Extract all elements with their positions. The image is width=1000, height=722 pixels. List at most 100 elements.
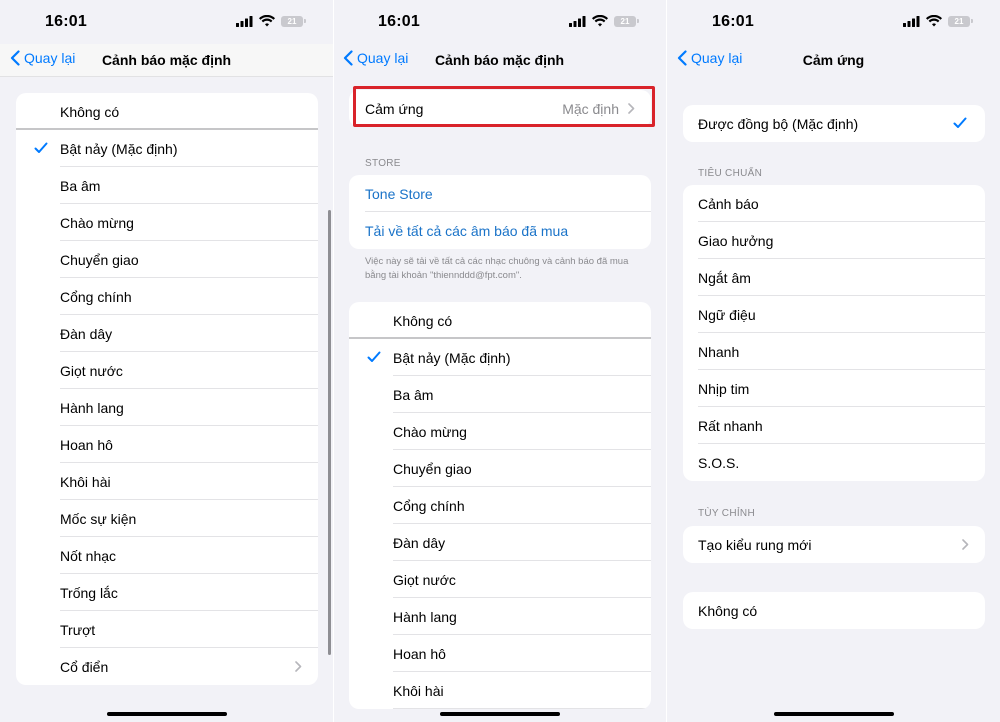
tone-store-link[interactable]: Tone Store bbox=[349, 175, 651, 212]
list-item-label: Chào mừng bbox=[60, 214, 134, 231]
list-item[interactable]: Trống lắc bbox=[16, 574, 318, 611]
home-indicator[interactable] bbox=[106, 712, 227, 716]
list-item[interactable]: Khôi hài bbox=[349, 672, 651, 709]
list-item-label: Trượt bbox=[60, 621, 96, 638]
list-item[interactable]: Cổng chính bbox=[349, 487, 651, 524]
list-item[interactable]: Chào mừng bbox=[16, 204, 318, 241]
battery-icon: 21 bbox=[948, 15, 973, 27]
status-time: 16:01 bbox=[45, 13, 87, 30]
chevron-left-icon bbox=[343, 50, 353, 66]
create-vibration-row[interactable]: Tạo kiểu rung mới bbox=[683, 526, 985, 563]
list-item-label: Không có bbox=[393, 312, 453, 329]
list-item-label: Trống lắc bbox=[60, 584, 118, 601]
list-item-label: Đàn dây bbox=[393, 534, 446, 551]
list-item[interactable]: Bật nảy (Mặc định) bbox=[349, 339, 651, 376]
list-item[interactable]: Đàn dây bbox=[349, 524, 651, 561]
list-item-label: Hoan hô bbox=[60, 436, 113, 453]
list-item[interactable]: Nốt nhạc bbox=[16, 537, 318, 574]
cellular-signal-icon bbox=[903, 15, 920, 27]
back-button[interactable]: Quay lại bbox=[343, 50, 408, 66]
battery-level: 21 bbox=[954, 16, 964, 26]
chevron-left-icon bbox=[677, 50, 687, 66]
chevron-right-icon bbox=[962, 539, 969, 550]
list-item[interactable]: Hành lang bbox=[349, 598, 651, 635]
panel-divider bbox=[333, 0, 334, 722]
list-item-label: Hành lang bbox=[60, 399, 124, 416]
status-icons: 21 bbox=[569, 15, 639, 27]
list-item-label: Cảnh báo bbox=[698, 196, 759, 212]
back-button[interactable]: Quay lại bbox=[10, 50, 75, 66]
list-item[interactable]: Chuyển giao bbox=[16, 241, 318, 278]
status-bar: 16:01 21 bbox=[0, 0, 333, 44]
standard-list: Cảnh báo Giao hưởng Ngắt âm Ngữ điệu Nha… bbox=[683, 185, 985, 481]
list-item[interactable]: Trượt bbox=[16, 611, 318, 648]
list-item-label: Cổ điển bbox=[60, 658, 109, 675]
list-item[interactable]: Ngắt âm bbox=[683, 259, 985, 296]
list-item[interactable]: Chào mừng bbox=[349, 413, 651, 450]
navigation-bar: Quay lại Cảm ứng bbox=[667, 44, 1000, 76]
list-item-label: Mốc sự kiện bbox=[60, 510, 137, 527]
scrollbar[interactable] bbox=[328, 210, 331, 655]
list-item[interactable]: Giao hưởng bbox=[683, 222, 985, 259]
list-item-label: Cổng chính bbox=[393, 497, 465, 514]
list-item[interactable]: Cổng chính bbox=[16, 278, 318, 315]
list-item-label: Không có bbox=[60, 103, 120, 120]
home-indicator[interactable] bbox=[773, 712, 894, 716]
list-item[interactable]: Ba âm bbox=[16, 167, 318, 204]
list-item-label: Cổng chính bbox=[60, 288, 132, 305]
list-item[interactable]: Hoan hô bbox=[16, 426, 318, 463]
back-button-label: Quay lại bbox=[357, 50, 409, 66]
list-item[interactable]: Hành lang bbox=[16, 389, 318, 426]
store-group: Tone Store Tải về tất cả các âm báo đã m… bbox=[349, 175, 651, 249]
list-item-label: Ba âm bbox=[393, 386, 434, 403]
list-item[interactable]: Giọt nước bbox=[16, 352, 318, 389]
list-item[interactable]: Bật nảy (Mặc định) bbox=[16, 130, 318, 167]
list-item-label: Bật nảy (Mặc định) bbox=[393, 349, 511, 366]
list-item-label: Ngữ điệu bbox=[698, 307, 756, 323]
create-vibration-label: Tạo kiểu rung mới bbox=[698, 537, 812, 553]
home-indicator[interactable] bbox=[439, 712, 560, 716]
list-item-label: Chuyển giao bbox=[393, 460, 472, 477]
list-item[interactable]: Không có bbox=[16, 93, 318, 130]
list-item[interactable]: Không có bbox=[349, 302, 651, 339]
download-purchased-link[interactable]: Tải về tất cả các âm báo đã mua bbox=[349, 212, 651, 249]
list-item[interactable]: Mốc sự kiện bbox=[16, 500, 318, 537]
list-item[interactable]: Ba âm bbox=[349, 376, 651, 413]
list-item[interactable]: Cảnh báo bbox=[683, 185, 985, 222]
list-item-label: Bật nảy (Mặc định) bbox=[60, 140, 178, 157]
standard-section-header: TIÊU CHUẨN bbox=[698, 168, 763, 179]
screen-default-alert-list: 16:01 21 Quay lại Cảnh báo mặc định Khôn… bbox=[0, 0, 333, 722]
download-purchased-label: Tải về tất cả các âm báo đã mua bbox=[365, 223, 569, 239]
list-item[interactable]: Chuyển giao bbox=[349, 450, 651, 487]
list-item[interactable]: Khôi hài bbox=[16, 463, 318, 500]
status-icons: 21 bbox=[903, 15, 973, 27]
status-time: 16:01 bbox=[712, 13, 754, 30]
checkmark-icon bbox=[367, 351, 381, 362]
highlight-box bbox=[353, 86, 655, 127]
list-item-label: Giọt nước bbox=[60, 362, 123, 379]
synced-group: Được đồng bộ (Mặc định) bbox=[683, 105, 985, 142]
custom-section-header: TÙY CHỈNH bbox=[698, 508, 755, 519]
cellular-signal-icon bbox=[236, 15, 253, 27]
list-item-label: Chào mừng bbox=[393, 423, 467, 440]
list-item-label: Giọt nước bbox=[393, 571, 456, 588]
store-footnote: Việc này sẽ tải về tất cả các nhạc chuôn… bbox=[365, 256, 629, 281]
list-item[interactable]: Hoan hô bbox=[349, 635, 651, 672]
back-button[interactable]: Quay lại bbox=[677, 50, 742, 66]
list-item-label: Khôi hài bbox=[60, 473, 111, 490]
list-item[interactable]: Rất nhanh bbox=[683, 407, 985, 444]
status-bar: 16:01 21 bbox=[667, 0, 1000, 44]
list-item[interactable]: S.O.S. bbox=[683, 444, 985, 481]
list-item-label: Giao hưởng bbox=[698, 233, 774, 249]
list-item[interactable]: Cổ điển bbox=[16, 648, 318, 685]
list-item[interactable]: Nhịp tim bbox=[683, 370, 985, 407]
list-item[interactable]: Đàn dây bbox=[16, 315, 318, 352]
list-item[interactable]: Ngữ điệu bbox=[683, 296, 985, 333]
list-item[interactable]: Giọt nước bbox=[349, 561, 651, 598]
tone-list: Không có Bật nảy (Mặc định) Ba âm Chào m… bbox=[16, 93, 318, 685]
checkmark-icon bbox=[953, 117, 967, 128]
list-item[interactable]: Nhanh bbox=[683, 333, 985, 370]
none-label: Không có bbox=[698, 603, 758, 619]
synced-option[interactable]: Được đồng bộ (Mặc định) bbox=[683, 105, 985, 142]
none-option[interactable]: Không có bbox=[683, 592, 985, 629]
